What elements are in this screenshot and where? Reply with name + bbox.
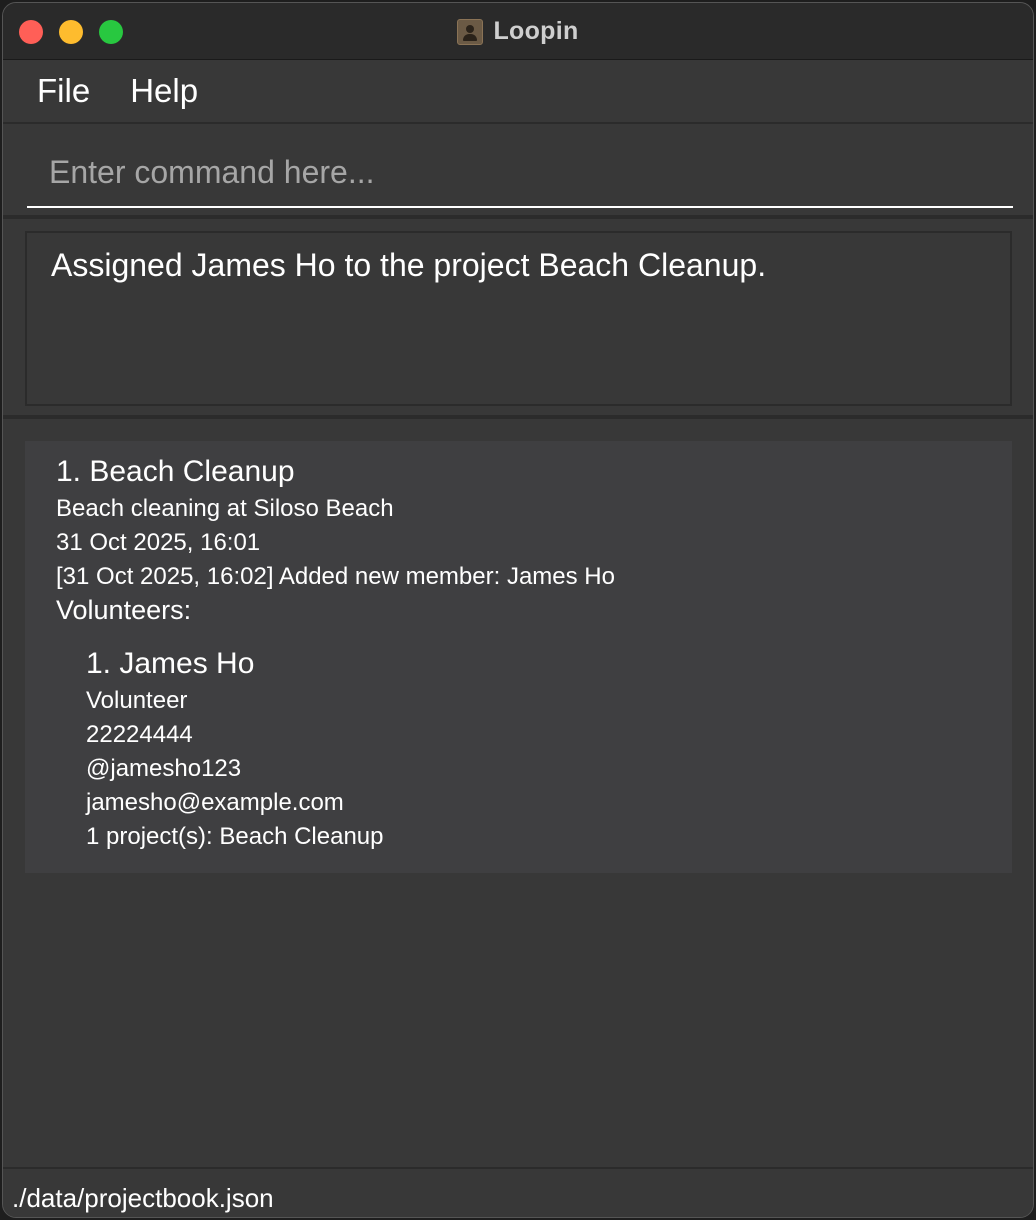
title-bar[interactable]: Loopin xyxy=(3,3,1033,60)
project-title: 1. Beach Cleanup xyxy=(56,455,295,488)
volunteer-projects: 1 project(s): Beach Cleanup xyxy=(86,823,384,850)
project-log-entry: [31 Oct 2025, 16:02] Added new member: J… xyxy=(56,563,615,590)
project-description: Beach cleaning at Siloso Beach xyxy=(56,495,394,522)
volunteer-name: 1. James Ho xyxy=(86,647,255,680)
volunteer-email: jamesho@example.com xyxy=(86,789,344,816)
window-title: Loopin xyxy=(493,17,579,45)
status-bar: ./data/projectbook.json xyxy=(3,1167,1033,1217)
data-file-path: ./data/projectbook.json xyxy=(12,1183,274,1213)
menu-help[interactable]: Help xyxy=(130,72,198,110)
result-message: Assigned James Ho to the project Beach C… xyxy=(51,247,767,283)
app-contact-book-icon xyxy=(457,18,484,45)
project-list[interactable]: 1. Beach Cleanup Beach cleaning at Silos… xyxy=(3,423,1033,1167)
volunteer-handle: @jamesho123 xyxy=(86,755,242,782)
project-card[interactable]: 1. Beach Cleanup Beach cleaning at Silos… xyxy=(25,441,1012,873)
result-box: Assigned James Ho to the project Beach C… xyxy=(25,231,1012,406)
command-input[interactable] xyxy=(27,138,1013,208)
window-title-group: Loopin xyxy=(3,3,1033,60)
volunteer-phone: 22224444 xyxy=(86,721,193,748)
menu-file[interactable]: File xyxy=(37,72,90,110)
volunteers-header: Volunteers: xyxy=(56,595,192,625)
app-window: Loopin File Help Assigned James Ho to th… xyxy=(2,2,1034,1218)
project-datetime: 31 Oct 2025, 16:01 xyxy=(56,529,261,556)
menu-bar: File Help xyxy=(3,60,1033,124)
result-display: Assigned James Ho to the project Beach C… xyxy=(3,223,1033,419)
volunteer-role: Volunteer xyxy=(86,687,188,714)
command-box xyxy=(3,126,1033,219)
